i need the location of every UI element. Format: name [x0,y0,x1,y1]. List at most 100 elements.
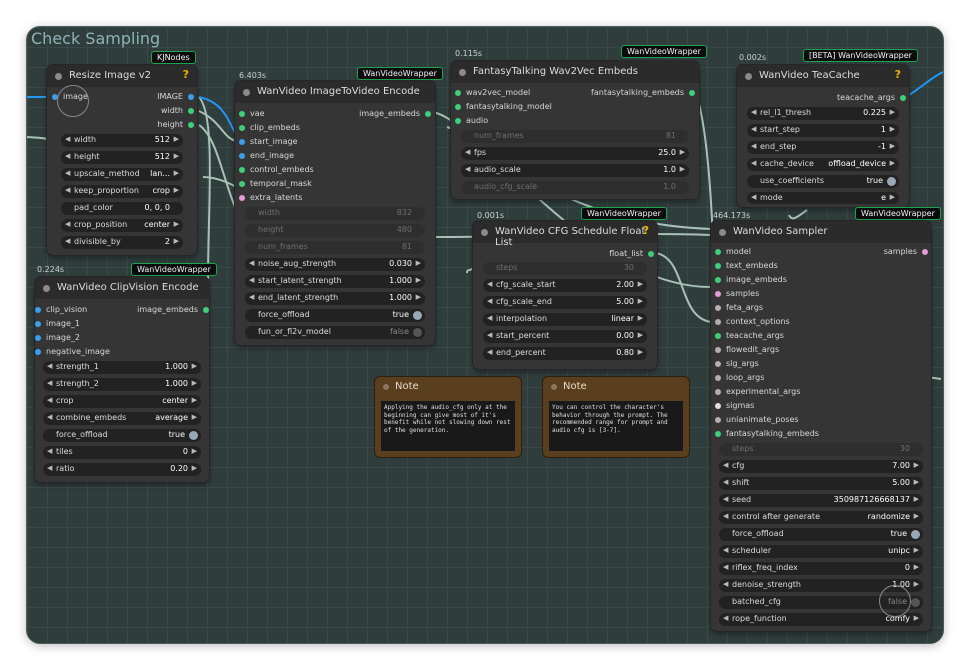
sampler-header[interactable]: WanVideo Sampler [711,221,931,243]
input-start-image[interactable]: start_image [239,137,298,146]
widget-width[interactable]: ◀ width 512 ▶ [61,134,183,147]
widget-height[interactable]: ◀ height 512 ▶ [61,151,183,164]
widget-pad-color[interactable]: pad_color 0, 0, 0 [61,202,183,215]
widget-crop-position[interactable]: ◀ crop_position center ▶ [61,219,183,232]
input-audio[interactable]: audio [455,116,488,125]
input-feta-args[interactable]: feta_args [715,303,763,312]
cfg-schedule-node[interactable]: WanVideo CFG Schedule Float List? float_… [473,221,657,369]
widget-strength-1[interactable]: ◀ strength_1 1.000 ▶ [43,361,201,374]
clipvision-encode-node[interactable]: WanVideo ClipVision Encode clip_vision i… [35,277,209,482]
output-image-embeds[interactable]: image_embeds [359,109,431,118]
widget-scheduler[interactable]: ◀ scheduler unipc ▶ [719,545,923,558]
output-fantasytalking-embeds[interactable]: fantasytalking_embeds [591,88,695,97]
collapse-dot-icon[interactable] [43,285,50,292]
widget-cache-device[interactable]: ◀ cache_device offload_device ▶ [747,158,899,171]
input-control-embeds[interactable]: control_embeds [239,165,314,174]
collapse-dot-icon[interactable] [243,89,250,96]
output-height[interactable]: height [158,120,194,129]
output-image[interactable]: IMAGE [157,92,194,101]
note-prompt-cfg[interactable]: Note You can control the character's beh… [543,377,689,457]
input-text-embeds[interactable]: text_embeds [715,261,778,270]
input-clip-vision[interactable]: clip_vision [35,305,87,314]
wanvideo-sampler-node[interactable]: WanVideo Sampler samples model text_embe… [711,221,931,631]
widget-end-latent-strength[interactable]: ◀ end_latent_strength 1.000 ▶ [245,292,425,305]
widget-audio-scale[interactable]: ◀ audio_scale 1.0 ▶ [461,164,689,177]
widget-upscale-method[interactable]: ◀ upscale_method lan... ▶ [61,168,183,181]
widget-ratio[interactable]: ◀ ratio 0.20 ▶ [43,463,201,476]
input-slg-args[interactable]: slg_args [715,359,759,368]
input-teacache-args[interactable]: teacache_args [715,331,784,340]
input-samples[interactable]: samples [715,289,759,298]
input-temporal-mask[interactable]: temporal_mask [239,179,312,188]
widget-riflex-freq-index[interactable]: ◀ riflex_freq_index 0 ▶ [719,562,923,575]
widget-mode[interactable]: ◀ mode e ▶ [747,192,899,204]
output-teacache-args[interactable]: teacache_args [837,93,906,102]
fantasytalking-wav2vec-node[interactable]: FantasyTalking Wav2Vec Embeds wav2vec_mo… [451,61,699,199]
ft-header[interactable]: FantasyTalking Wav2Vec Embeds [451,61,699,83]
widget-rel-l1-thresh[interactable]: ◀ rel_l1_thresh 0.225 ▶ [747,107,899,120]
widget-tiles[interactable]: ◀ tiles 0 ▶ [43,446,201,459]
toggle-force-offload[interactable]: force_offload true [719,528,923,541]
collapse-dot-icon[interactable] [383,384,389,390]
input-vae[interactable]: vae [239,109,265,118]
widget-cfg-scale-start[interactable]: ◀ cfg_scale_start 2.00 ▶ [483,279,647,292]
input-context-options[interactable]: context_options [715,317,790,326]
widget-cfg-scale-end[interactable]: ◀ cfg_scale_end 5.00 ▶ [483,296,647,309]
note-text[interactable]: You can control the character's behavior… [549,401,683,451]
output-width[interactable]: width [161,106,194,115]
output-image-embeds[interactable]: image_embeds [137,305,209,314]
input-sigmas[interactable]: sigmas [715,401,754,410]
widget-end-percent[interactable]: ◀ end_percent 0.80 ▶ [483,347,647,360]
input-image-1[interactable]: image_1 [35,319,80,328]
collapse-dot-icon[interactable] [481,229,488,236]
image-to-video-encode-node[interactable]: WanVideo ImageToVideo Encode vae image_e… [235,81,435,345]
widget-cfg[interactable]: ◀ cfg 7.00 ▶ [719,460,923,473]
toggle-use-coefficients[interactable]: use_coefficients true [747,175,899,188]
input-unianimate-poses[interactable]: unianimate_poses [715,415,799,424]
widget-divisible-by[interactable]: ◀ divisible_by 2 ▶ [61,236,183,249]
input-image-2[interactable]: image_2 [35,333,80,342]
widget-control-after-generate[interactable]: ◀ control after generate randomize ▶ [719,511,923,524]
toggle-fun-or-fl2v-model[interactable]: fun_or_fl2v_model false [245,326,425,339]
help-icon[interactable]: ? [183,68,189,81]
widget-end-step[interactable]: ◀ end_step -1 ▶ [747,141,899,154]
collapse-dot-icon[interactable] [719,229,726,236]
widget-noise-aug-strength[interactable]: ◀ noise_aug_strength 0.030 ▶ [245,258,425,271]
widget-crop[interactable]: ◀ crop center ▶ [43,395,201,408]
widget-combine-embeds[interactable]: ◀ combine_embeds average ▶ [43,412,201,425]
widget-start-latent-strength[interactable]: ◀ start_latent_strength 1.000 ▶ [245,275,425,288]
collapse-dot-icon[interactable] [55,73,62,80]
widget-strength-2[interactable]: ◀ strength_2 1.000 ▶ [43,378,201,391]
note-audio-cfg[interactable]: Note Applying the audio_cfg only at the … [375,377,521,457]
input-wav2vec-model[interactable]: wav2vec_model [455,88,530,97]
widget-keep-proportion[interactable]: ◀ keep_proportion crop ▶ [61,185,183,198]
output-float-list[interactable]: float_list [609,249,654,258]
cfg-header[interactable]: WanVideo CFG Schedule Float List? [473,221,657,248]
input-model[interactable]: model [715,247,751,256]
input-loop-args[interactable]: loop_args [715,373,764,382]
teacache-header[interactable]: WanVideo TeaCache? [737,65,909,87]
widget-interpolation[interactable]: ◀ interpolation linear ▶ [483,313,647,326]
widget-start-percent[interactable]: ◀ start_percent 0.00 ▶ [483,330,647,343]
help-icon[interactable]: ? [895,68,901,81]
widget-fps[interactable]: ◀ fps 25.0 ▶ [461,147,689,160]
teacache-node[interactable]: WanVideo TeaCache? teacache_args ◀ rel_l1… [737,65,909,207]
input-negative-image[interactable]: negative_image [35,347,110,356]
input-clip-embeds[interactable]: clip_embeds [239,123,300,132]
output-samples[interactable]: samples [884,247,928,256]
input-experimental-args[interactable]: experimental_args [715,387,800,396]
input-fantasytalking-model[interactable]: fantasytalking_model [455,102,552,111]
help-icon[interactable]: ? [643,224,649,237]
resize-header[interactable]: Resize Image v2 ? [47,65,197,87]
widget-seed[interactable]: ◀ seed 350987126668137 ▶ [719,494,923,507]
resize-image-node[interactable]: Resize Image v2 ? image IMAGE width heig… [47,65,197,255]
collapse-dot-icon[interactable] [551,384,557,390]
input-extra-latents[interactable]: extra_latents [239,193,302,202]
input-fantasytalking-embeds[interactable]: fantasytalking_embeds [715,429,819,438]
i2v-header[interactable]: WanVideo ImageToVideo Encode [235,81,435,103]
input-end-image[interactable]: end_image [239,151,294,160]
input-image-embeds[interactable]: image_embeds [715,275,787,284]
node-graph-canvas[interactable]: Check Sampling KJNodes Resize Image v2 ?… [26,26,944,644]
collapse-dot-icon[interactable] [459,69,466,76]
clip-header[interactable]: WanVideo ClipVision Encode [35,277,209,299]
